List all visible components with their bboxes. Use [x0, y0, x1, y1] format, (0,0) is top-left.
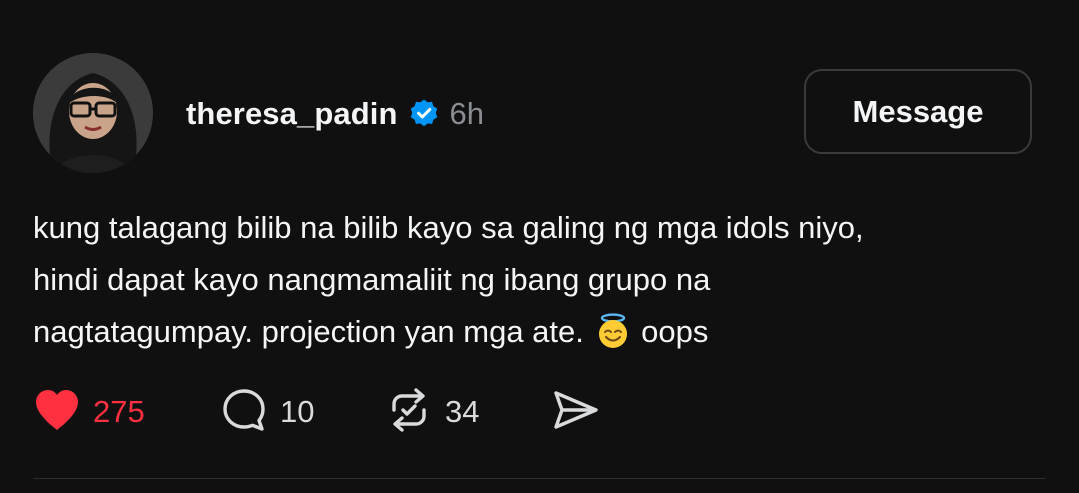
comment-icon	[220, 386, 268, 439]
message-button[interactable]: Message	[804, 69, 1032, 154]
heart-icon	[33, 388, 81, 437]
timestamp: 6h	[449, 96, 484, 131]
comment-button[interactable]: 10	[220, 388, 314, 436]
comment-count: 10	[280, 394, 315, 429]
post-divider	[33, 478, 1046, 479]
repost-count: 34	[445, 394, 480, 429]
post-text-line: hindi dapat kayo nangmamaliit ng ibang g…	[33, 262, 711, 297]
post-text-line: nagtatagumpay. projection yan mga ate. o…	[33, 306, 1043, 365]
halo-smile-emoji-icon	[595, 313, 631, 365]
avatar[interactable]	[33, 53, 153, 173]
post-text: kung talagang bilib na bilib kayo sa gal…	[33, 202, 1043, 365]
post-text-line: kung talagang bilib na bilib kayo sa gal…	[33, 210, 864, 245]
avatar-image	[33, 53, 153, 173]
repost-icon	[385, 386, 433, 439]
post-header: theresa_padin 6h	[186, 92, 484, 136]
like-count: 275	[93, 394, 145, 429]
thread-post: theresa_padin 6h Message kung talagang b…	[0, 0, 1079, 493]
post-text-segment: nagtatagumpay. projection yan mga ate.	[33, 314, 584, 349]
like-button[interactable]: 275	[33, 388, 145, 436]
username[interactable]: theresa_padin	[186, 96, 398, 132]
share-icon	[551, 386, 601, 439]
repost-button[interactable]: 34	[385, 386, 480, 439]
verified-badge-icon	[408, 98, 440, 130]
share-button[interactable]	[551, 388, 601, 436]
post-text-segment: oops	[641, 314, 709, 349]
